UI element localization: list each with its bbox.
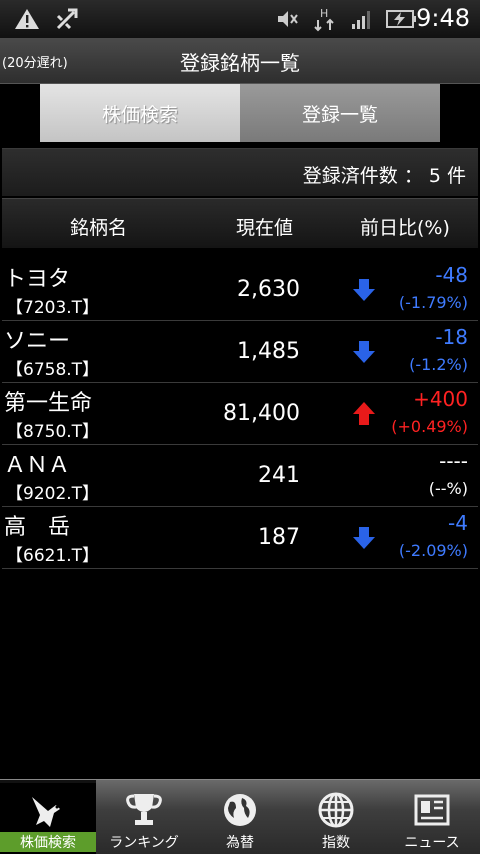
nav-forex[interactable]: 為替 bbox=[192, 780, 288, 854]
stock-change: -4 bbox=[448, 511, 468, 535]
tab-bar: 株価検索 登録一覧 bbox=[40, 84, 440, 142]
column-header-name: 銘柄名 bbox=[70, 217, 128, 239]
nav-label: ニュース bbox=[404, 835, 460, 851]
signal-icon bbox=[350, 6, 374, 32]
stock-name: ＡＮＡ bbox=[4, 453, 71, 478]
down-arrow-icon bbox=[353, 341, 375, 363]
stock-change: -48 bbox=[435, 263, 468, 287]
stock-change-percent: (-2.09%) bbox=[398, 541, 468, 560]
down-arrow-icon bbox=[353, 279, 375, 301]
stock-change-percent: (-1.2%) bbox=[409, 355, 468, 374]
page-title: 登録銘柄一覧 bbox=[180, 51, 300, 75]
down-arrow-icon bbox=[353, 527, 375, 549]
stock-code: 【8750.T】 bbox=[6, 422, 100, 442]
mute-icon bbox=[276, 6, 300, 32]
column-header-price: 現在値 bbox=[236, 217, 294, 239]
stock-code: 【7203.T】 bbox=[6, 298, 100, 318]
nav-label: 為替 bbox=[226, 835, 254, 851]
stock-price: 1,485 bbox=[237, 339, 300, 364]
globe-icon bbox=[224, 794, 256, 826]
stock-row[interactable]: ソニー 【6758.T】 1,485 -18 (-1.2%) bbox=[2, 321, 478, 383]
usb-debug-icon bbox=[54, 6, 80, 32]
svg-text:H: H bbox=[320, 7, 328, 20]
stock-name: 高 岳 bbox=[4, 515, 71, 540]
nav-label: ランキング bbox=[109, 835, 179, 851]
stock-row[interactable]: トヨタ 【7203.T】 2,630 -48 (-1.79%) bbox=[2, 259, 478, 321]
clock: 9:48 bbox=[416, 4, 470, 32]
tab-label: 登録一覧 bbox=[301, 103, 378, 126]
data-transfer-icon: H bbox=[312, 6, 338, 32]
table-header: 銘柄名 現在値 前日比(%) bbox=[2, 198, 478, 248]
nav-stock-search[interactable]: 株価検索 bbox=[0, 780, 96, 854]
stock-change: ---- bbox=[439, 449, 468, 473]
registered-count-bar: 登録済件数 ： 5 件 bbox=[2, 148, 478, 196]
tab-registered-list[interactable]: 登録一覧 bbox=[240, 84, 440, 142]
stock-change-percent: (--%) bbox=[428, 479, 468, 498]
stock-price: 2,630 bbox=[237, 277, 300, 302]
nav-ranking[interactable]: ランキング bbox=[96, 780, 192, 854]
stock-code: 【6621.T】 bbox=[6, 546, 100, 566]
bird-icon bbox=[32, 797, 60, 827]
stock-change: -18 bbox=[435, 325, 468, 349]
newspaper-icon bbox=[414, 794, 450, 826]
stock-code: 【9202.T】 bbox=[6, 484, 100, 504]
bottom-nav: 株価検索 ランキング 為替 指数 ニュース bbox=[0, 779, 480, 854]
stock-price: 187 bbox=[258, 525, 300, 550]
tab-stock-search[interactable]: 株価検索 bbox=[40, 84, 240, 142]
stock-change: +400 bbox=[413, 387, 468, 411]
trophy-icon bbox=[126, 794, 162, 825]
stock-name: 第一生命 bbox=[4, 391, 93, 416]
stock-row[interactable]: ＡＮＡ 【9202.T】 241 ---- (--%) bbox=[2, 445, 478, 507]
nav-index[interactable]: 指数 bbox=[288, 780, 384, 854]
stock-row[interactable]: 第一生命 【8750.T】 81,400 +400 (+0.49%) bbox=[2, 383, 478, 445]
stock-list: トヨタ 【7203.T】 2,630 -48 (-1.79%) ソニー 【675… bbox=[2, 259, 478, 569]
nav-label: 指数 bbox=[322, 835, 350, 851]
title-bar: (20分遅れ) 登録銘柄一覧 bbox=[0, 38, 480, 84]
stock-price: 81,400 bbox=[223, 401, 300, 426]
stock-name: トヨタ bbox=[4, 267, 71, 292]
status-bar: H 9:48 bbox=[0, 0, 480, 38]
stock-name: ソニー bbox=[4, 329, 71, 354]
warning-icon bbox=[14, 6, 40, 32]
grid-globe-icon bbox=[318, 792, 354, 828]
up-arrow-icon bbox=[353, 402, 375, 425]
nav-news[interactable]: ニュース bbox=[384, 780, 480, 854]
stock-change-percent: (-1.79%) bbox=[398, 293, 468, 312]
stock-row[interactable]: 高 岳 【6621.T】 187 -4 (-2.09%) bbox=[2, 507, 478, 569]
nav-label: 株価検索 bbox=[0, 832, 96, 852]
registered-count: 登録済件数 ： 5 件 bbox=[302, 165, 466, 187]
battery-charging-icon bbox=[386, 6, 418, 32]
stock-code: 【6758.T】 bbox=[6, 360, 100, 380]
stock-change-percent: (+0.49%) bbox=[391, 417, 468, 436]
column-header-change: 前日比(%) bbox=[360, 217, 450, 239]
tab-label: 株価検索 bbox=[101, 103, 178, 126]
stock-price: 241 bbox=[258, 463, 300, 488]
